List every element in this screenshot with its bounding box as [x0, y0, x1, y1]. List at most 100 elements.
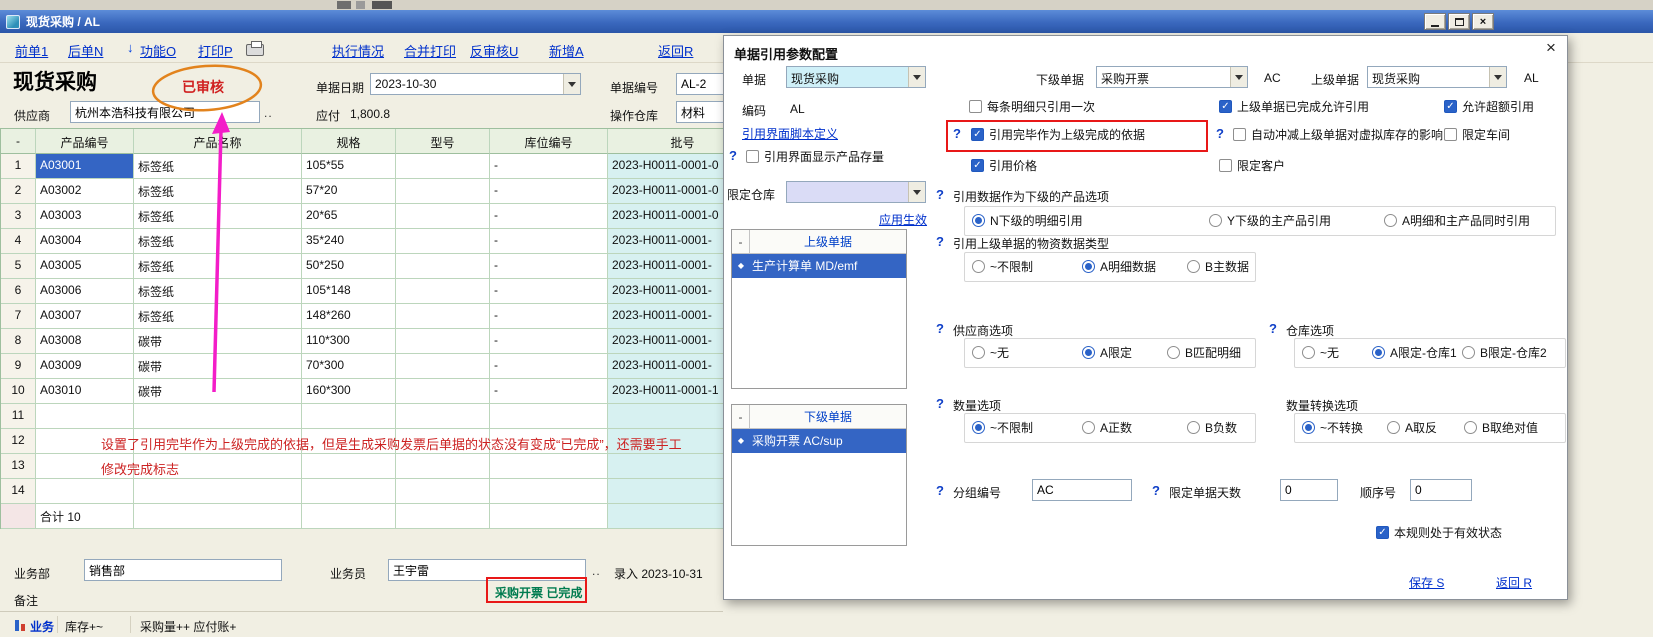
grid-cell-model[interactable] — [396, 454, 490, 479]
grid-cell-spec[interactable] — [302, 479, 396, 504]
grid-cell-spec[interactable] — [302, 404, 396, 429]
radio-supplier-match[interactable]: B匹配明细 — [1167, 345, 1241, 360]
lower-doc-list-item[interactable]: ◆ 采购开票 AC/sup — [732, 429, 906, 453]
grid-cell-spec[interactable]: 160*300 — [302, 379, 396, 404]
grid-cell-code[interactable]: A03009 — [36, 354, 134, 379]
checkbox-over-quota[interactable]: ✓ 允许超额引用 — [1444, 99, 1534, 114]
tab-business[interactable]: 业务 — [30, 618, 54, 635]
radio-qtyconv-negate[interactable]: A取反 — [1387, 420, 1437, 435]
salesman-input[interactable] — [388, 559, 586, 581]
apply-link[interactable]: 应用生效 — [879, 211, 927, 228]
radio-qty-negative[interactable]: B负数 — [1187, 420, 1237, 435]
grid-cell-code[interactable]: A03001 — [36, 154, 134, 179]
radio-qty-nolimit[interactable]: ~不限制 — [972, 420, 1033, 435]
grid-cell-loc[interactable]: - — [490, 329, 608, 354]
dropdown-arrow-icon[interactable] — [1489, 67, 1506, 87]
grid-cell-code[interactable]: 合计 10 — [36, 504, 134, 529]
grid-cell-no[interactable]: 6 — [1, 279, 36, 304]
toolbar-next-doc[interactable]: 后单N — [68, 41, 103, 60]
grid-cell-code[interactable]: A03004 — [36, 229, 134, 254]
grid-cell-no[interactable]: 14 — [1, 479, 36, 504]
grid-cell-code[interactable] — [36, 479, 134, 504]
tab-inventory[interactable]: 库存+~ — [65, 618, 103, 635]
checkbox-ref-price[interactable]: ✓ 引用价格 — [971, 158, 1037, 173]
grid-cell-spec[interactable] — [302, 454, 396, 479]
grid-cell-model[interactable] — [396, 404, 490, 429]
col-header-name[interactable]: 产品名称 — [134, 129, 302, 154]
grid-cell-no[interactable]: 11 — [1, 404, 36, 429]
grid-cell-loc[interactable]: - — [490, 254, 608, 279]
grid-cell-model[interactable] — [396, 179, 490, 204]
upper-doc-combo[interactable]: 现货采购 — [1367, 66, 1507, 88]
grid-cell-loc[interactable]: - — [490, 204, 608, 229]
doc-combo[interactable]: 现货采购 — [786, 66, 926, 88]
grid-cell-code[interactable]: A03006 — [36, 279, 134, 304]
col-header-code[interactable]: 产品编号 — [36, 129, 134, 154]
checkbox-rule-valid[interactable]: ✓ 本规则处于有效状态 — [1376, 525, 1502, 540]
grid-cell-loc[interactable]: - — [490, 154, 608, 179]
grid-cell-name[interactable]: 标签纸 — [134, 279, 302, 304]
grid-cell-no[interactable]: 10 — [1, 379, 36, 404]
dropdown-arrow-icon[interactable] — [908, 67, 925, 87]
grid-cell-no[interactable]: 4 — [1, 229, 36, 254]
grid-cell-name[interactable] — [134, 504, 302, 529]
group-no-input[interactable] — [1032, 479, 1132, 501]
toolbar-exec-status[interactable]: 执行情况 — [332, 41, 384, 60]
limit-warehouse-combo[interactable] — [786, 181, 926, 203]
toolbar-return[interactable]: 返回R — [658, 41, 693, 60]
checkbox-ref-done-basis[interactable]: ✓ 引用完毕作为上级完成的依据 — [971, 127, 1145, 142]
save-button[interactable]: 保存 S — [1409, 574, 1444, 591]
grid-cell-no[interactable]: 3 — [1, 204, 36, 229]
grid-cell-spec[interactable]: 70*300 — [302, 354, 396, 379]
checkbox-limit-workshop[interactable]: ✓ 限定车间 — [1444, 127, 1510, 142]
seq-no-input[interactable] — [1410, 479, 1472, 501]
grid-cell-no[interactable] — [1, 504, 36, 529]
radio-warehouse-limit2[interactable]: B限定-仓库2 — [1462, 345, 1547, 360]
grid-cell-model[interactable] — [396, 479, 490, 504]
dropdown-arrow-icon[interactable] — [908, 182, 925, 202]
grid-cell-name[interactable]: 碳带 — [134, 379, 302, 404]
grid-cell-loc[interactable] — [490, 454, 608, 479]
toolbar-add-new[interactable]: 新增A — [549, 41, 584, 60]
radio-product-detail[interactable]: N下级的明细引用 — [972, 213, 1083, 228]
radio-qty-positive[interactable]: A正数 — [1082, 420, 1132, 435]
supplier-more-button[interactable]: .. — [264, 106, 273, 120]
days-limit-input[interactable] — [1280, 479, 1338, 501]
checkbox-show-stock[interactable]: ✓ 引用界面显示产品存量 — [746, 149, 884, 164]
radio-product-main[interactable]: Y下级的主产品引用 — [1209, 213, 1331, 228]
grid-cell-spec[interactable]: 105*55 — [302, 154, 396, 179]
grid-cell-model[interactable] — [396, 354, 490, 379]
checkbox-ref-once[interactable]: ✓ 每条明细只引用一次 — [969, 99, 1095, 114]
grid-cell-model[interactable] — [396, 304, 490, 329]
grid-cell-no[interactable]: 12 — [1, 429, 36, 454]
col-header-spec[interactable]: 规格 — [302, 129, 396, 154]
grid-cell-spec[interactable] — [302, 504, 396, 529]
grid-cell-no[interactable]: 2 — [1, 179, 36, 204]
grid-cell-model[interactable] — [396, 504, 490, 529]
tab-purchase-payable[interactable]: 采购量++ 应付账+ — [140, 618, 236, 635]
grid-cell-code[interactable]: A03002 — [36, 179, 134, 204]
grid-cell-code[interactable]: A03007 — [36, 304, 134, 329]
close-button[interactable]: × — [1472, 13, 1494, 30]
grid-cell-model[interactable] — [396, 329, 490, 354]
lower-doc-combo[interactable]: 采购开票 — [1096, 66, 1248, 88]
grid-cell-code[interactable]: A03005 — [36, 254, 134, 279]
grid-cell-code[interactable]: A03008 — [36, 329, 134, 354]
grid-cell-loc[interactable] — [490, 504, 608, 529]
checkbox-auto-offset[interactable]: ✓ 自动冲减上级单据对虚拟库存的影响 — [1233, 127, 1443, 142]
grid-cell-name[interactable]: 标签纸 — [134, 304, 302, 329]
grid-cell-name[interactable]: 碳带 — [134, 329, 302, 354]
radio-product-both[interactable]: A明细和主产品同时引用 — [1384, 213, 1530, 228]
grid-cell-loc[interactable] — [490, 404, 608, 429]
grid-cell-loc[interactable]: - — [490, 179, 608, 204]
radio-warehouse-limit1[interactable]: A限定-仓库1 — [1372, 345, 1457, 360]
grid-cell-model[interactable] — [396, 254, 490, 279]
toolbar-unaudit[interactable]: 反审核U — [470, 41, 518, 60]
grid-cell-loc[interactable]: - — [490, 354, 608, 379]
script-define-link[interactable]: 引用界面脚本定义 — [742, 125, 838, 142]
grid-cell-name[interactable]: 标签纸 — [134, 229, 302, 254]
grid-cell-model[interactable] — [396, 229, 490, 254]
grid-cell-name[interactable]: 碳带 — [134, 354, 302, 379]
grid-cell-spec[interactable]: 105*148 — [302, 279, 396, 304]
radio-qtyconv-abs[interactable]: B取绝对值 — [1464, 420, 1538, 435]
